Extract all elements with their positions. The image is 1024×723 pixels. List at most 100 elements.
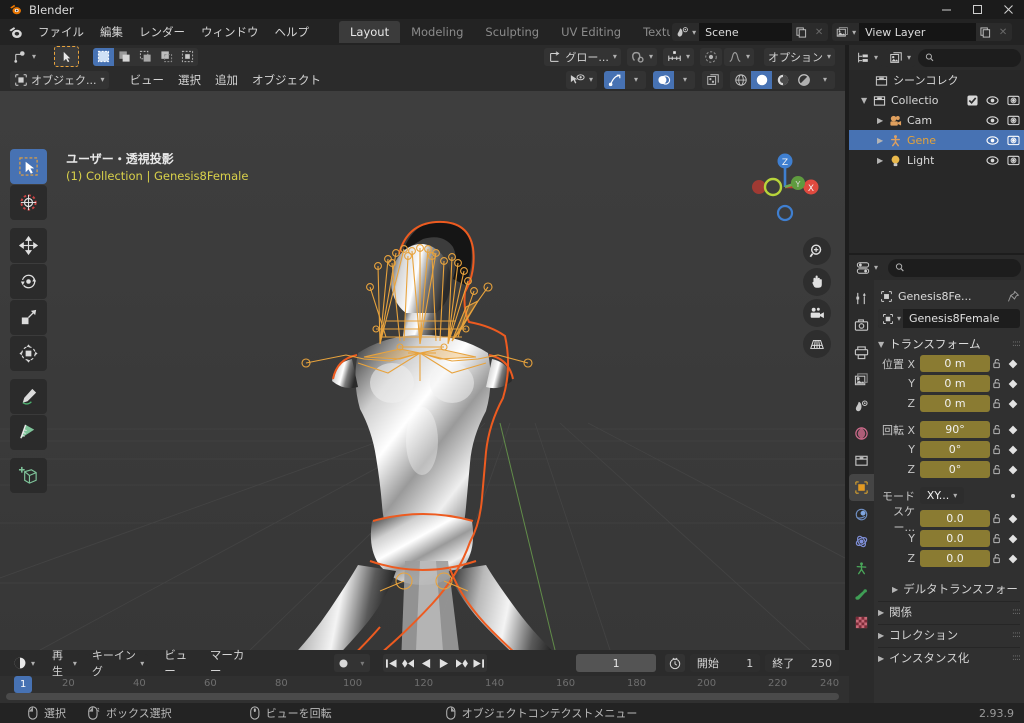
keying-menu[interactable]: キーイング ▾ — [87, 649, 149, 678]
properties-editor-icon[interactable]: ▾ — [852, 258, 883, 277]
lock-icon[interactable] — [990, 398, 1005, 409]
animate-property-icon[interactable] — [1005, 399, 1020, 409]
rotation-mode-select[interactable]: XY... ▾ — [920, 487, 964, 504]
viewport-menu-select[interactable]: 選択 — [171, 70, 208, 90]
scale-y-field[interactable]: 0.0 — [920, 530, 990, 547]
tab-uv-editing[interactable]: UV Editing — [550, 21, 632, 43]
object-id-block[interactable]: ▾ Genesis8Female — [878, 309, 1020, 328]
zoom-icon[interactable] — [803, 237, 831, 265]
tab-modeling[interactable]: Modeling — [400, 21, 474, 43]
exclude-checkbox[interactable] — [967, 94, 978, 106]
material-preview-icon[interactable] — [772, 70, 793, 89]
physics-tab[interactable] — [849, 528, 874, 555]
tab-layout[interactable]: Layout — [339, 21, 401, 43]
use-preview-range-icon[interactable] — [664, 654, 685, 672]
select-invert-icon[interactable] — [156, 47, 178, 66]
current-frame-field[interactable]: 1 — [576, 654, 656, 672]
data-tab[interactable] — [849, 582, 874, 609]
camera-view-icon[interactable] — [803, 299, 831, 327]
outliner-filter-icon[interactable]: ▾ — [885, 48, 916, 67]
transform-panel-header[interactable]: ▼ トランスフォーム :::: — [878, 334, 1021, 354]
auto-keying-dropdown[interactable]: ▾ — [353, 654, 370, 672]
outliner-row-collection[interactable]: ▼ Collectio — [849, 90, 1024, 110]
blender-menu-logo-icon[interactable] — [0, 25, 30, 40]
animate-property-icon[interactable] — [1005, 534, 1020, 544]
gizmo-dropdown[interactable]: ▾ — [625, 70, 646, 89]
view-layer-name[interactable]: View Layer — [859, 23, 977, 41]
instancing-panel[interactable]: ▶ インスタンス化 :::: — [878, 648, 1021, 668]
lock-icon[interactable] — [990, 444, 1005, 455]
toggle-ortho-icon[interactable] — [803, 330, 831, 358]
object-tab[interactable] — [849, 474, 874, 501]
animate-dot-icon[interactable] — [1005, 493, 1020, 499]
constraint-tab[interactable] — [849, 555, 874, 582]
render-tab[interactable] — [849, 312, 874, 339]
viewport-menu-object[interactable]: オブジェクト — [245, 70, 328, 90]
viewport-canvas[interactable]: ユーザー・透視投影 (1) Collection | Genesis8Femal… — [0, 91, 845, 650]
rotation-y-field[interactable]: 0° — [920, 441, 990, 458]
properties-search-field[interactable] — [908, 261, 1014, 274]
select-subtract-icon[interactable] — [135, 47, 157, 66]
tab-sculpting[interactable]: Sculpting — [474, 21, 550, 43]
timeline-scrollbar[interactable] — [6, 693, 839, 700]
close-button[interactable] — [993, 0, 1024, 19]
scene-name[interactable]: Scene — [699, 23, 793, 41]
tweak-tool[interactable] — [10, 149, 47, 184]
world-tab[interactable] — [849, 420, 874, 447]
menu-edit[interactable]: 編集 — [92, 22, 131, 42]
chevron-right-icon[interactable]: ▶ — [878, 631, 884, 640]
material-tab[interactable] — [849, 609, 874, 636]
overlays-icon[interactable] — [653, 70, 674, 89]
playhead[interactable]: 1 — [14, 676, 33, 693]
hide-viewport-eye-icon[interactable] — [986, 135, 999, 146]
expander-icon[interactable]: ▶ — [877, 116, 889, 125]
collections-panel[interactable]: ▶ コレクション :::: — [878, 625, 1021, 645]
viewport-menu-view[interactable]: ビュー — [123, 70, 172, 90]
shading-dropdown[interactable]: ▾ — [814, 70, 835, 89]
add-cube-tool[interactable] — [10, 458, 47, 493]
select-box-icon[interactable] — [93, 47, 115, 66]
frame-end-field[interactable]: 終了 250 — [765, 654, 840, 672]
tool-tab[interactable] — [849, 285, 874, 312]
pin-icon[interactable] — [1007, 290, 1020, 303]
next-keyframe-icon[interactable] — [452, 654, 470, 672]
play-reverse-icon[interactable] — [417, 654, 435, 672]
view-layer-icon[interactable]: ▾ — [832, 23, 860, 41]
transform-tool[interactable] — [10, 336, 47, 371]
disable-render-camera-icon[interactable] — [1007, 114, 1020, 126]
menu-render[interactable]: レンダー — [131, 22, 193, 42]
disable-render-camera-icon[interactable] — [1007, 154, 1020, 166]
disable-render-camera-icon[interactable] — [1007, 134, 1020, 146]
outliner-row-light[interactable]: ▶ Light — [849, 150, 1024, 170]
wireframe-shading-icon[interactable] — [730, 70, 751, 89]
hide-viewport-eye-icon[interactable] — [986, 95, 999, 106]
lock-icon[interactable] — [990, 464, 1005, 475]
outliner-row-camera[interactable]: ▶ Cam — [849, 110, 1024, 130]
play-icon[interactable] — [434, 654, 453, 672]
chevron-right-icon[interactable]: ▶ — [892, 585, 898, 594]
viewport-options-button[interactable]: オプション ▾ — [763, 47, 835, 66]
annotate-tool[interactable] — [10, 379, 47, 414]
auto-keying-icon[interactable] — [334, 654, 354, 672]
expander-icon[interactable]: ▼ — [861, 96, 873, 105]
timeline-editor-icon[interactable]: ▾ — [9, 654, 40, 672]
delta-transform-subpanel[interactable]: ▶ デルタトランスフォー — [878, 579, 1020, 599]
menu-file[interactable]: ファイル — [30, 22, 92, 42]
modifier-tab[interactable] — [849, 501, 874, 528]
lock-icon[interactable] — [990, 358, 1005, 369]
new-view-layer-icon[interactable] — [976, 23, 995, 41]
menu-help[interactable]: ヘルプ — [267, 22, 318, 42]
chevron-right-icon[interactable]: ▶ — [878, 608, 884, 617]
scale-z-field[interactable]: 0.0 — [920, 550, 990, 567]
select-extend-icon[interactable] — [114, 47, 136, 66]
scene-selector[interactable]: ▾ Scene ✕ — [672, 23, 829, 41]
animate-property-icon[interactable] — [1005, 359, 1020, 369]
hide-viewport-eye-icon[interactable] — [986, 115, 999, 126]
expander-icon[interactable]: ▶ — [877, 136, 889, 145]
rotate-tool[interactable] — [10, 264, 47, 299]
frame-start-field[interactable]: 開始 1 — [689, 654, 761, 672]
outliner-row-scene-collection[interactable]: シーンコレク — [849, 70, 1024, 90]
gizmo-icon[interactable] — [604, 70, 625, 89]
xray-icon[interactable] — [702, 70, 723, 89]
move-tool[interactable] — [10, 228, 47, 263]
